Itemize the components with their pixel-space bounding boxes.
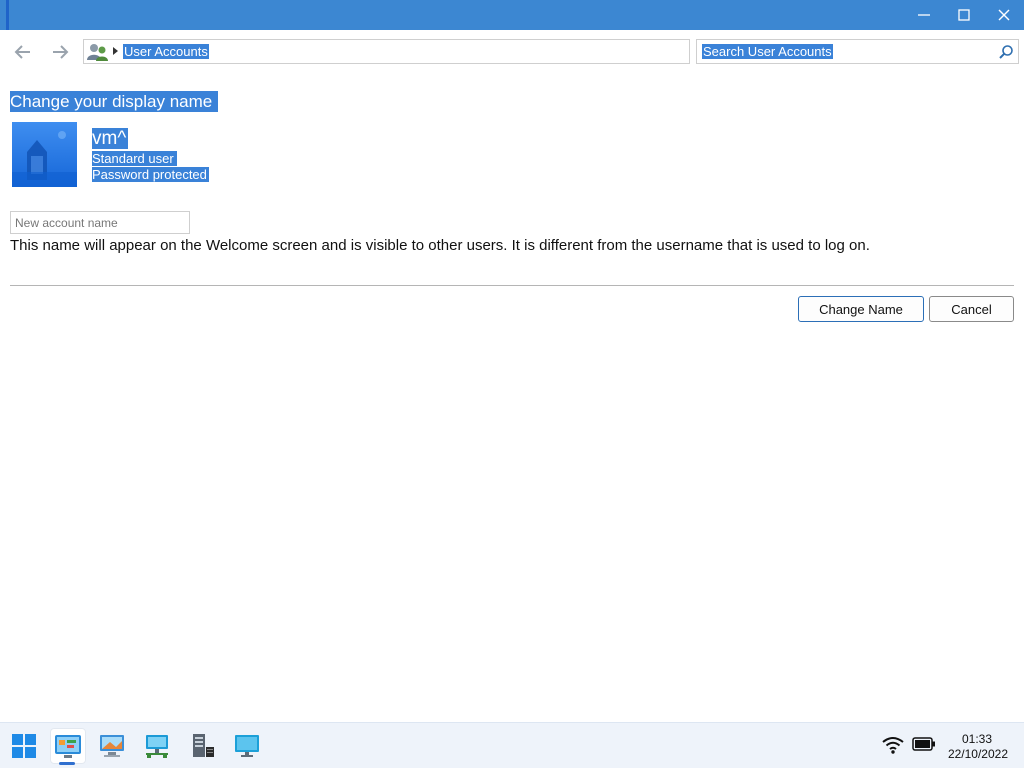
taskbar-network[interactable] <box>139 728 175 764</box>
battery-icon[interactable] <box>912 737 936 751</box>
address-bar[interactable]: User Accounts <box>83 39 690 64</box>
search-icon[interactable] <box>998 44 1014 60</box>
account-status: Password protected <box>92 167 209 182</box>
server-icon <box>193 734 214 757</box>
close-button[interactable] <box>984 0 1024 30</box>
network-icon <box>146 735 168 758</box>
new-account-name-input[interactable] <box>10 211 190 234</box>
taskbar-monitor[interactable] <box>229 728 265 764</box>
cancel-button[interactable]: Cancel <box>929 296 1014 322</box>
account-type: Standard user <box>92 151 177 166</box>
breadcrumb-user-accounts[interactable]: User Accounts <box>123 44 209 59</box>
title-bar-accent <box>6 0 9 30</box>
title-bar <box>0 0 1024 30</box>
control-panel-icon <box>55 735 81 758</box>
clock-time[interactable]: 01:33 <box>940 732 992 746</box>
minimize-button[interactable] <box>904 0 944 30</box>
clock-date[interactable]: 22/10/2022 <box>936 747 1008 761</box>
search-box[interactable]: Search User Accounts <box>696 39 1019 64</box>
account-name: vm^ <box>92 128 129 149</box>
taskbar-computer[interactable] <box>94 728 130 764</box>
user-accounts-icon <box>87 44 108 61</box>
search-input[interactable]: Search User Accounts <box>702 44 833 59</box>
computer-icon <box>100 735 124 757</box>
taskbar-control-panel[interactable] <box>50 728 86 764</box>
active-app-indicator <box>59 762 75 765</box>
change-name-button[interactable]: Change Name <box>798 296 924 322</box>
start-icon <box>12 734 36 758</box>
page-title: Change your display name <box>10 91 219 112</box>
maximize-button[interactable] <box>944 0 984 30</box>
monitor-icon <box>235 735 259 757</box>
breadcrumb-arrow-icon <box>113 47 118 55</box>
taskbar: 01:33 22/10/2022 <box>0 722 1024 768</box>
back-arrow-icon <box>14 45 30 59</box>
user-avatar <box>12 122 77 187</box>
taskbar-server[interactable] <box>184 728 220 764</box>
close-icon <box>998 9 1010 21</box>
start-button[interactable] <box>6 728 42 764</box>
forward-button[interactable] <box>47 40 73 64</box>
maximize-icon <box>958 9 970 21</box>
minimize-icon <box>918 14 930 16</box>
forward-arrow-icon <box>53 45 69 59</box>
wifi-icon[interactable] <box>882 735 904 755</box>
display-name-hint: This name will appear on the Welcome scr… <box>10 237 870 254</box>
divider <box>10 285 1014 286</box>
back-button[interactable] <box>10 40 36 64</box>
